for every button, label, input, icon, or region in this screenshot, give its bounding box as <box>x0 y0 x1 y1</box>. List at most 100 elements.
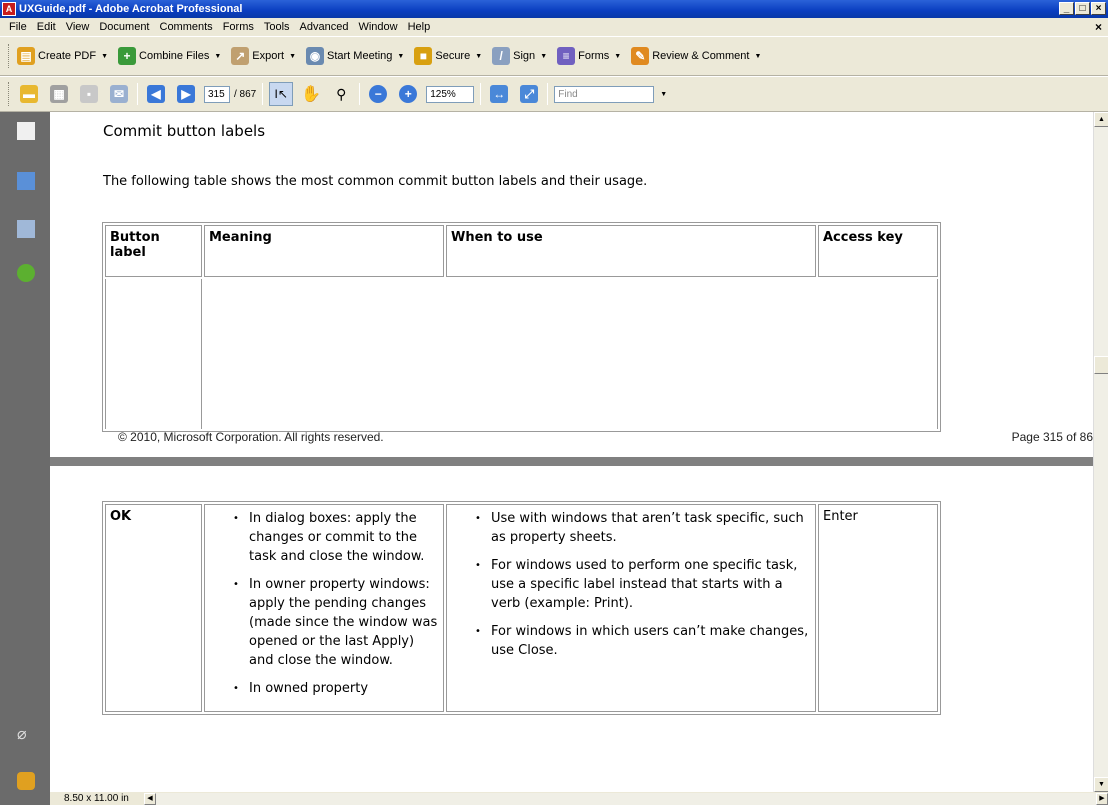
fit-page-icon: ⤢ <box>520 85 539 103</box>
create-pdf-label: Create PDF <box>38 50 97 62</box>
dropdown-arrow-icon: ▼ <box>754 52 762 60</box>
dropdown-arrow-icon: ▼ <box>475 52 483 60</box>
review-comment-label: Review & Comment <box>652 50 750 62</box>
row-meaning: In dialog boxes: apply the changes or co… <box>204 504 444 712</box>
secure-button[interactable]: ■ Secure ▼ <box>414 47 482 65</box>
help-icon[interactable] <box>17 264 35 282</box>
section-heading: Commit button labels <box>103 122 266 140</box>
menu-edit[interactable]: Edit <box>32 21 61 33</box>
pages-icon[interactable] <box>17 122 35 140</box>
dropdown-arrow-icon: ▼ <box>214 52 222 60</box>
intro-paragraph: The following table shows the most commo… <box>103 174 648 189</box>
menu-advanced[interactable]: Advanced <box>295 21 354 33</box>
print-button[interactable]: ▦ <box>47 82 71 106</box>
dropdown-arrow-icon: ▼ <box>540 52 548 60</box>
combine-files-button[interactable]: + Combine Files ▼ <box>118 47 221 65</box>
toolbar-separator <box>262 83 264 105</box>
navigation-toolbar: ▬ ▦ ▪ ✉ ◀ ▶ 315 / 867 I↖ ✋ ⚲ − + 125% ↔ … <box>0 76 1108 112</box>
status-bar: 8.50 x 11.00 in ◀ ▶ <box>50 792 1108 805</box>
scroll-up-arrow-icon[interactable]: ▲ <box>1094 112 1108 127</box>
comments-icon[interactable] <box>17 772 35 790</box>
next-page-button[interactable]: ▶ <box>174 82 198 106</box>
scroll-down-arrow-icon[interactable]: ▼ <box>1094 777 1108 792</box>
start-meeting-button[interactable]: ◉ Start Meeting ▼ <box>306 47 404 65</box>
scroll-right-arrow-icon[interactable]: ▶ <box>1096 792 1108 805</box>
save-button[interactable]: ▪ <box>77 82 101 106</box>
forms-button[interactable]: ≡ Forms ▼ <box>557 47 621 65</box>
email-button[interactable]: ✉ <box>107 82 131 106</box>
menu-view[interactable]: View <box>61 21 95 33</box>
sign-button[interactable]: / Sign ▼ <box>492 47 547 65</box>
window-controls: _ □ × <box>1059 2 1106 15</box>
document-close-button[interactable]: × <box>1095 20 1102 34</box>
dropdown-arrow-icon: ▼ <box>101 52 109 60</box>
lock-icon: ■ <box>414 47 433 65</box>
dropdown-arrow-icon: ▼ <box>614 52 622 60</box>
header-button-label: Button label <box>105 225 202 277</box>
menu-file[interactable]: File <box>4 21 32 33</box>
close-button[interactable]: × <box>1091 2 1106 15</box>
comment-bubble-icon: ✎ <box>631 47 650 65</box>
disk-icon: ▪ <box>80 85 98 103</box>
row-access-key: Enter <box>818 504 938 712</box>
magnifier-icon: ⚲ <box>336 85 347 102</box>
create-pdf-icon: ▤ <box>17 47 35 65</box>
bookmarks-icon[interactable] <box>17 172 35 190</box>
forms-label: Forms <box>578 50 610 62</box>
zoom-out-button[interactable]: − <box>366 82 390 106</box>
pdf-page-315: Commit button labels The following table… <box>50 112 1093 457</box>
document-viewport[interactable]: Commit button labels The following table… <box>50 112 1093 792</box>
toolbar-separator <box>359 83 361 105</box>
navigation-pane: ⌀ <box>0 112 50 805</box>
combine-files-icon: + <box>118 47 137 65</box>
menu-tools[interactable]: Tools <box>259 21 295 33</box>
vertical-scrollbar[interactable]: ▲ ▼ <box>1093 112 1108 792</box>
signatures-icon[interactable] <box>17 220 35 238</box>
menu-window[interactable]: Window <box>353 21 402 33</box>
page-total: / 867 <box>234 88 257 100</box>
zoom-in-button[interactable]: + <box>396 82 420 106</box>
arrow-left-icon: ◀ <box>147 85 165 103</box>
select-tool-button[interactable]: I↖ <box>269 82 294 106</box>
commit-labels-table-header: Button label Meaning When to use Access … <box>102 222 941 432</box>
toolbar-grip[interactable] <box>8 82 11 106</box>
scroll-left-arrow-icon[interactable]: ◀ <box>144 792 156 805</box>
menu-help[interactable]: Help <box>403 21 436 33</box>
export-button[interactable]: ↗ Export ▼ <box>231 47 296 65</box>
hand-tool-button[interactable]: ✋ <box>299 82 323 106</box>
zoom-select[interactable]: 125% <box>426 85 475 103</box>
pen-icon: / <box>492 47 511 65</box>
fit-width-button[interactable]: ↔ <box>487 82 511 106</box>
previous-page-button[interactable]: ◀ <box>144 82 168 106</box>
menu-bar: File Edit View Document Comments Forms T… <box>0 18 1108 36</box>
menu-forms[interactable]: Forms <box>218 21 259 33</box>
plus-icon: + <box>399 85 418 103</box>
hand-icon: ✋ <box>301 86 322 103</box>
minus-icon: − <box>369 85 388 103</box>
review-comment-button[interactable]: ✎ Review & Comment ▼ <box>631 47 761 65</box>
maximize-button[interactable]: □ <box>1075 2 1090 15</box>
horizontal-scrollbar[interactable] <box>156 792 1096 805</box>
create-pdf-button[interactable]: ▤ Create PDF ▼ <box>17 47 108 65</box>
combine-files-label: Combine Files <box>139 50 210 62</box>
start-meeting-label: Start Meeting <box>327 50 393 62</box>
fit-page-button[interactable]: ⤢ <box>517 82 541 106</box>
printer-icon: ▦ <box>50 85 68 103</box>
minimize-button[interactable]: _ <box>1059 2 1074 15</box>
title-bar: A UXGuide.pdf - Adobe Acrobat Profession… <box>0 0 1108 18</box>
when-to-use-list: Use with windows that aren’t task specif… <box>451 509 811 660</box>
menu-document[interactable]: Document <box>94 21 154 33</box>
menu-comments[interactable]: Comments <box>155 21 218 33</box>
envelope-icon: ✉ <box>110 85 128 103</box>
zoom-tool-button[interactable]: ⚲ <box>329 82 353 106</box>
scroll-thumb[interactable] <box>1094 356 1108 374</box>
toolbar-grip[interactable] <box>8 44 11 68</box>
find-input[interactable]: Find <box>554 85 655 103</box>
open-button[interactable]: ▬ <box>17 82 41 106</box>
list-item: In owner property windows: apply the pen… <box>209 575 439 670</box>
attachments-paperclip-icon[interactable]: ⌀ <box>17 724 35 743</box>
pdf-page-316: OK In dialog boxes: apply the changes or… <box>50 466 1093 792</box>
page-number-input[interactable]: 315 <box>204 85 230 103</box>
find-dropdown-arrow-icon[interactable]: ▼ <box>660 91 667 98</box>
table-row: OK In dialog boxes: apply the changes or… <box>105 504 938 712</box>
